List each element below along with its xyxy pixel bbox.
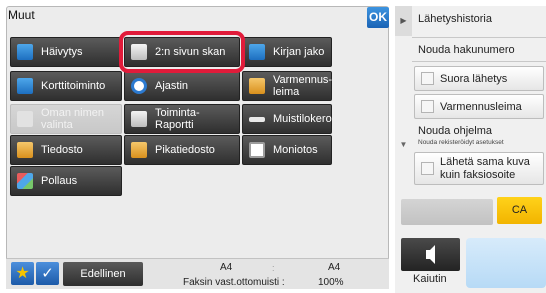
send-size-label: A4 (328, 262, 341, 273)
divider (412, 61, 546, 62)
recall-program-link[interactable]: Nouda ohjelma (418, 125, 492, 137)
tile-file[interactable]: Tiedosto (10, 135, 122, 165)
book-split-icon (249, 44, 265, 60)
tile-polling[interactable]: Pollaus (10, 166, 122, 196)
tile-multi-shot[interactable]: Moniotos (242, 135, 332, 165)
tile-verification-stamp[interactable]: Varmennus- leima (242, 71, 332, 101)
tile-label: Ajastin (155, 80, 189, 92)
verification-stamp-checkbox[interactable]: Varmennusleima (414, 94, 544, 119)
scroll-down-arrow-icon[interactable]: ▼ (395, 138, 412, 152)
checkbox-icon (421, 100, 434, 113)
fade-icon (17, 44, 33, 60)
tile-label: Korttitoiminto (41, 80, 106, 92)
panel-toggle-arrow-icon[interactable]: ▶ (395, 6, 412, 36)
recall-number-link[interactable]: Nouda hakunumero (418, 44, 515, 56)
checkbox-label: Varmennusleima (440, 100, 522, 113)
ok-button[interactable]: OK (367, 7, 389, 28)
checkbox-icon (421, 162, 434, 175)
stamp-icon (249, 78, 265, 94)
send-history-link[interactable]: Lähetyshistoria (418, 13, 492, 25)
report-icon (131, 111, 147, 127)
tile-card-shot[interactable]: Korttitoiminto (10, 71, 122, 101)
tile-label: Pollaus (41, 175, 78, 187)
tile-quick-file[interactable]: Pikatiedosto (124, 135, 240, 165)
direct-tx-checkbox[interactable]: Suora lähetys (414, 66, 544, 91)
tile-memory-box[interactable]: Muistilokero (242, 104, 332, 134)
previous-button[interactable]: Edellinen (63, 262, 143, 286)
tile-transaction-report[interactable]: Toiminta- Raportti (124, 104, 240, 134)
folder-icon (17, 142, 33, 158)
screen: Muut OK Häivytys 2:n sivun skan Kirjan j… (0, 0, 546, 293)
size-separator: : (272, 263, 275, 273)
name-icon (17, 111, 33, 127)
tile-timer[interactable]: Ajastin (124, 71, 240, 101)
quick-file-icon (131, 142, 147, 158)
tile-own-name: Oman nimen valinta (10, 104, 122, 134)
tile-label: Moniotos (273, 144, 318, 156)
checkbox-label: Suora lähetys (440, 72, 508, 85)
tile-label: Oman nimen valinta (41, 107, 104, 131)
clock-icon (131, 78, 147, 94)
polling-icon (17, 173, 33, 189)
tile-label: Häivytys (41, 46, 83, 58)
original-size-label: A4 (220, 262, 233, 273)
dialog-title: Muut (8, 8, 35, 22)
speaker-button[interactable] (401, 238, 460, 271)
star-icon[interactable]: ★ (11, 262, 34, 285)
checkbox-label: Lähetä sama kuva kuin faksiosoite (440, 155, 530, 181)
tile-label: Toiminta- Raportti (155, 107, 200, 131)
send-same-image-checkbox[interactable]: Lähetä sama kuva kuin faksiosoite (414, 152, 544, 185)
tile-hairline[interactable]: Häivytys (10, 37, 122, 67)
recall-program-subtext: Nouda rekisteröidyt asetukset (418, 139, 504, 146)
tile-label: Muistilokero (273, 113, 332, 125)
clear-all-button[interactable]: CA (497, 197, 542, 224)
tile-label: Tiedosto (41, 144, 83, 156)
divider (412, 37, 546, 38)
start-button[interactable] (466, 238, 546, 288)
checkmark-icon[interactable]: ✓ (36, 262, 59, 285)
tile-label: Kirjan jako (273, 46, 325, 58)
tile-label: Pikatiedosto (155, 144, 215, 156)
fax-memory-label: Faksin vast.ottomuisti : (183, 277, 285, 288)
fax-memory-value: 100% (318, 277, 344, 288)
tile-label: Varmennus- leima (273, 74, 333, 98)
tile-book-divide[interactable]: Kirjan jako (242, 37, 332, 67)
highlight-frame (119, 31, 245, 73)
disabled-action-button (401, 199, 493, 225)
checkbox-icon (421, 72, 434, 85)
multishot-icon (249, 142, 265, 158)
card-icon (17, 78, 33, 94)
speaker-icon (426, 245, 435, 264)
memory-box-icon (249, 116, 265, 122)
speaker-label: Kaiutin (413, 273, 447, 285)
